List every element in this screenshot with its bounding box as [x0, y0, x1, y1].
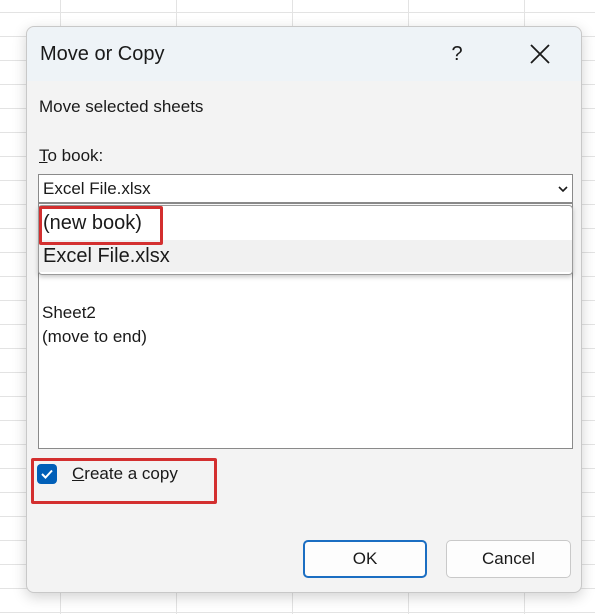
close-icon [530, 44, 550, 64]
to-book-label: To book: [39, 146, 103, 166]
dialog-title: Move or Copy [40, 43, 165, 65]
to-book-label-text: o book: [47, 146, 104, 165]
to-book-value: Excel File.xlsx [43, 179, 151, 198]
help-button[interactable]: ? [443, 39, 471, 69]
to-book-access-key: T [39, 146, 48, 165]
close-button[interactable] [523, 39, 557, 69]
move-or-copy-dialog: Move or Copy ? Move selected sheets To b… [26, 26, 582, 593]
chevron-down-icon[interactable] [557, 183, 569, 195]
create-copy-highlight [31, 458, 217, 504]
list-item[interactable]: Sheet2 [42, 303, 96, 323]
list-item[interactable]: (move to end) [42, 327, 147, 347]
title-bar: Move or Copy ? [27, 27, 581, 81]
to-book-select[interactable]: Excel File.xlsx [38, 174, 573, 203]
new-book-highlight [39, 206, 163, 245]
description-text: Move selected sheets [39, 97, 204, 116]
cancel-button[interactable]: Cancel [446, 540, 571, 578]
ok-button[interactable]: OK [303, 540, 427, 578]
